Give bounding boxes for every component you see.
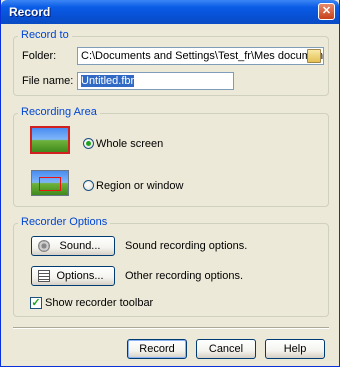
region-window-radio[interactable] [83,180,94,191]
whole-screen-thumbnail-icon[interactable] [30,126,70,154]
help-button[interactable]: Help [265,339,325,359]
recording-area-title: Recording Area [18,106,100,118]
region-window-label[interactable]: Region or window [96,180,183,192]
options-description: Other recording options. [125,270,244,282]
sound-description: Sound recording options. [125,240,248,252]
record-to-title: Record to [18,29,72,41]
folder-value: C:\Documents and Settings\Test_fr\Mes do… [81,50,323,62]
sound-button-label: Sound... [59,240,101,252]
title-bar[interactable]: Record ✕ [1,0,339,24]
options-list-icon [38,270,50,282]
folder-label: Folder: [22,50,57,62]
sound-button[interactable]: Sound... [31,236,115,256]
record-button-label: Record [139,343,175,355]
show-toolbar-checkbox[interactable]: ✓ [30,297,42,309]
footer-separator [13,327,329,329]
close-icon: ✕ [321,5,332,17]
folder-field[interactable]: C:\Documents and Settings\Test_fr\Mes do… [77,47,324,65]
options-button[interactable]: Options... [31,266,115,286]
recording-area-group: Recording Area Whole screen Region or wi… [13,106,329,207]
browse-folder-icon[interactable] [307,49,321,63]
record-button[interactable]: Record [127,339,187,359]
recorder-options-group: Recorder Options Sound... Sound recordin… [13,216,329,317]
recorder-options-title: Recorder Options [18,216,111,228]
window-title: Record [9,5,51,19]
cancel-button[interactable]: Cancel [196,339,256,359]
region-frame-icon [39,177,61,191]
close-button[interactable]: ✕ [318,3,335,20]
whole-screen-radio[interactable] [83,138,94,149]
options-button-label: Options... [56,270,104,282]
record-dialog: Record ✕ Record to Folder: C:\Documents … [0,0,340,367]
show-toolbar-label[interactable]: Show recorder toolbar [45,297,153,309]
filename-field[interactable]: Untitled.fbr [77,72,234,90]
filename-label: File name: [22,75,74,87]
region-window-thumbnail-icon[interactable] [31,170,69,196]
speaker-icon [38,240,50,252]
whole-screen-label[interactable]: Whole screen [96,138,163,150]
check-icon: ✓ [31,297,41,309]
cancel-button-label: Cancel [208,343,244,355]
filename-value: Untitled.fbr [81,75,135,87]
radio-selected-dot [86,141,91,146]
record-to-group: Record to Folder: C:\Documents and Setti… [13,29,329,96]
help-button-label: Help [283,343,307,355]
